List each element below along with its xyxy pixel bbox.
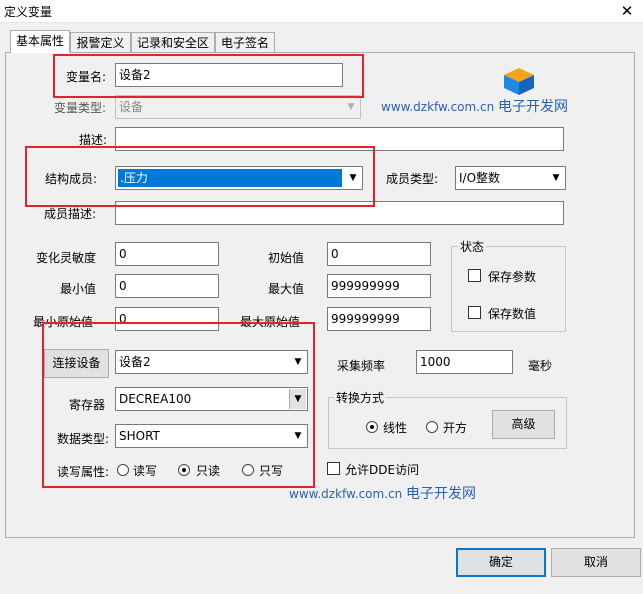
sampling-label: 采集频率 [337,359,386,373]
watermark-url: www.dzkfw.com.cn [289,487,403,501]
watermark-name: 电子开发网 [498,99,569,115]
tab-basic-properties[interactable]: 基本属性 [10,30,70,53]
cube-logo-icon [501,66,537,96]
var-type-combo: 设备 ▼ [115,95,361,119]
dde-checkbox[interactable] [327,462,340,475]
status-group-title: 状态 [458,238,487,255]
chevron-down-icon: ▼ [347,102,355,112]
title-bar: 定义变量 ✕ [0,0,643,23]
conversion-sqrt-label: 开方 [443,421,468,435]
dde-label: 允许DDE访问 [345,463,420,477]
save-params-label: 保存参数 [488,270,537,284]
highlight-device [42,322,315,488]
tab-record-security[interactable]: 记录和安全区 [131,32,215,52]
max-raw-input[interactable]: 999999999 [327,307,431,331]
conversion-linear-label: 线性 [383,421,408,435]
sampling-unit: 毫秒 [528,359,553,373]
max-input[interactable]: 999999999 [327,274,431,298]
init-label: 初始值 [268,251,305,265]
watermark-bottom: www.dzkfw.com.cn 电子开发网 [289,483,476,503]
member-desc-label: 成员描述: [44,207,97,221]
window-title: 定义变量 [4,5,53,19]
chevron-down-icon[interactable]: ▼ [548,168,564,188]
min-input[interactable]: 0 [115,274,219,298]
init-input[interactable]: 0 [327,242,431,266]
highlight-var-name [53,54,364,98]
watermark-top: www.dzkfw.com.cn 电子开发网 [381,96,568,116]
watermark-url: www.dzkfw.com.cn [381,100,495,114]
sensitivity-label: 变化灵敏度 [36,251,97,265]
close-icon[interactable]: ✕ [611,0,643,22]
max-label: 最大值 [268,282,305,296]
save-values-checkbox[interactable] [468,306,481,319]
conversion-linear-radio[interactable] [366,421,378,433]
highlight-struct-member [25,146,375,207]
tab-e-signature[interactable]: 电子签名 [215,32,275,52]
watermark-name: 电子开发网 [406,486,477,502]
ok-button[interactable]: 确定 [456,548,546,577]
conversion-sqrt-radio[interactable] [426,421,438,433]
tab-alarm-definition[interactable]: 报警定义 [70,32,131,52]
sensitivity-input[interactable]: 0 [115,242,219,266]
save-params-checkbox[interactable] [468,269,481,282]
conversion-group-title: 转换方式 [334,389,387,406]
member-type-value: I/O整数 [459,171,501,185]
var-type-label: 变量类型: [54,101,107,115]
save-values-label: 保存数值 [488,307,537,321]
advanced-button[interactable]: 高级 [492,410,555,439]
member-type-combo[interactable]: I/O整数 ▼ [455,166,566,190]
var-type-value: 设备 [119,100,144,114]
min-label: 最小值 [60,282,97,296]
sampling-input[interactable]: 1000 [416,350,513,374]
cancel-button[interactable]: 取消 [551,548,641,577]
member-type-label: 成员类型: [386,172,439,186]
button-bar [0,538,643,594]
